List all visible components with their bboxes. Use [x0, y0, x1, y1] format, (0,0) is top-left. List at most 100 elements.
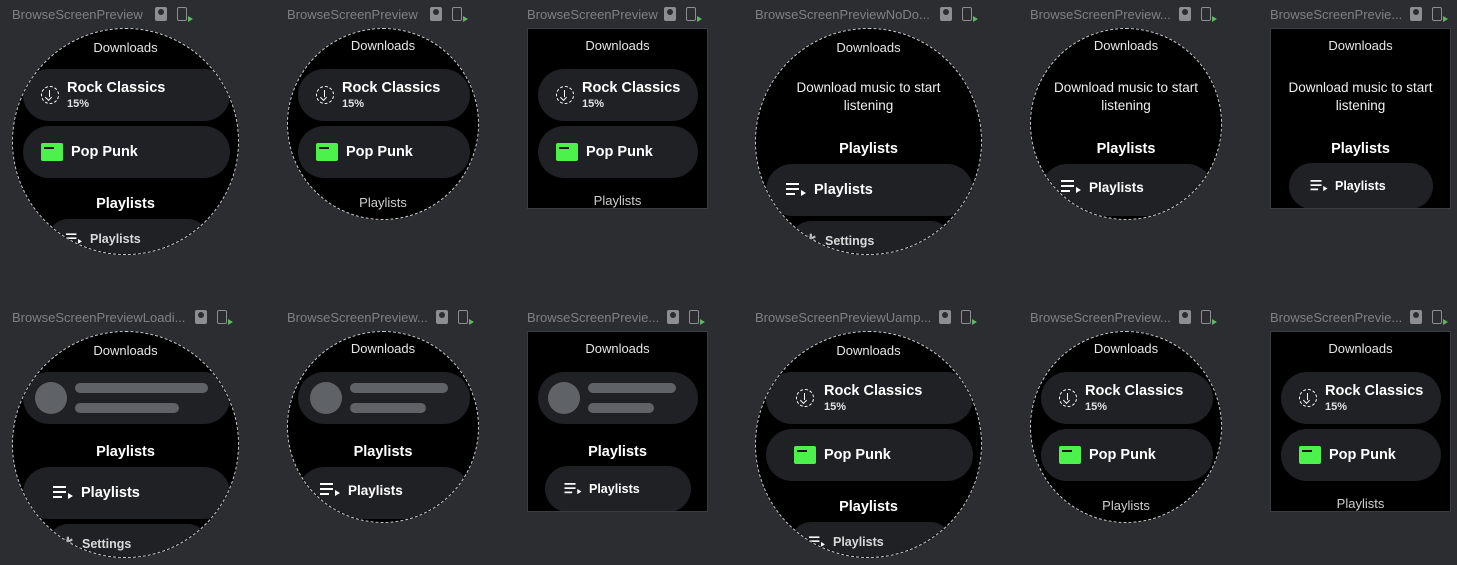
chip-label: Playlists — [348, 483, 403, 498]
loading-placeholder-chip — [538, 372, 698, 424]
chip-label: Playlists — [589, 482, 640, 496]
preview-header: BrowseScreenPreview — [12, 4, 234, 24]
playlists-heading: Playlists — [1102, 498, 1150, 513]
playlists-chip[interactable]: Playlists — [1041, 164, 1213, 216]
preview-header: BrowseScreenPrevie... — [527, 307, 707, 327]
downloads-heading: Downloads — [1093, 38, 1159, 53]
chip-label: Playlists — [90, 232, 141, 246]
downloads-heading: Downloads — [1328, 341, 1393, 356]
watch-screen-round: Downloads Rock Classics 15% Pop Punk Pla… — [1030, 331, 1222, 523]
person-icon[interactable] — [154, 7, 167, 21]
download-chip-rock-classics[interactable]: Rock Classics 15% — [1281, 372, 1441, 424]
playlists-chip[interactable]: Playlists — [766, 164, 973, 216]
downloads-heading: Downloads — [836, 343, 901, 358]
device-run-icon[interactable] — [217, 310, 234, 325]
device-run-icon[interactable] — [1200, 7, 1217, 22]
preview-title: BrowseScreenPreview... — [287, 309, 428, 325]
device-run-icon[interactable] — [457, 310, 474, 325]
playlists-heading: Playlists — [588, 444, 647, 460]
download-progress: 15% — [582, 98, 605, 110]
preview-title: BrowseScreenPreview — [287, 6, 418, 22]
skeleton-avatar — [310, 382, 342, 414]
device-run-icon[interactable] — [689, 310, 706, 325]
playlists-heading: Playlists — [96, 444, 155, 460]
preview-header: BrowseScreenPreview... — [287, 307, 477, 327]
preview-title: BrowseScreenPrevie... — [1270, 6, 1403, 22]
album-art-icon — [1059, 446, 1081, 464]
album-art-icon — [556, 143, 578, 161]
person-icon[interactable] — [1178, 7, 1191, 21]
playlist-icon — [1061, 180, 1081, 194]
playlist-icon — [564, 483, 582, 495]
person-icon[interactable] — [663, 7, 676, 21]
download-chip-rock-classics[interactable]: Rock Classics 15% — [298, 69, 470, 121]
settings-chip[interactable]: Settings — [791, 221, 951, 254]
preview-title: BrowseScreenPreview — [527, 6, 658, 22]
preview-title: BrowseScreenPreview — [12, 6, 143, 22]
download-chip-pop-punk[interactable]: Pop Punk — [1041, 429, 1213, 481]
chip-label: Rock Classics — [1325, 383, 1424, 399]
playlist-icon — [1310, 180, 1328, 192]
chip-label: Settings — [82, 537, 132, 551]
settings-chip[interactable]: Settings — [48, 524, 208, 557]
person-icon[interactable] — [1178, 310, 1191, 324]
download-progress-icon — [1059, 389, 1077, 407]
download-chip-pop-punk[interactable]: Pop Punk — [23, 126, 230, 178]
download-chip-pop-punk[interactable]: Pop Punk — [766, 429, 973, 481]
person-icon[interactable] — [1410, 310, 1423, 324]
loading-placeholder-chip — [23, 372, 230, 424]
playlists-chip[interactable]: Playlists — [545, 466, 691, 511]
device-run-icon[interactable] — [1432, 7, 1449, 22]
download-chip-rock-classics[interactable]: Rock Classics 15% — [23, 69, 230, 121]
chip-label: Settings — [825, 234, 875, 248]
device-run-icon[interactable] — [961, 7, 978, 22]
device-run-icon[interactable] — [685, 7, 702, 22]
person-icon[interactable] — [939, 310, 952, 324]
person-icon[interactable] — [429, 7, 442, 21]
person-icon[interactable] — [435, 310, 448, 324]
chip-label: Playlists — [1089, 180, 1144, 195]
preview-header: BrowseScreenPreviewUamp... — [755, 307, 980, 327]
preview-header: BrowseScreenPrevie... — [1270, 4, 1450, 24]
playlists-chip[interactable]: Playlists — [791, 522, 951, 557]
watch-screen-square: Downloads Playlists Playlists — [527, 331, 708, 512]
device-run-icon[interactable] — [451, 7, 468, 22]
album-art-icon — [794, 446, 816, 464]
preview-title: BrowseScreenPreview... — [1030, 309, 1171, 325]
chip-label: Pop Punk — [1329, 447, 1396, 463]
chip-label: Pop Punk — [1089, 447, 1156, 463]
download-chip-pop-punk[interactable]: Pop Punk — [1281, 429, 1441, 481]
person-icon[interactable] — [195, 310, 208, 324]
skeleton-lines — [588, 383, 676, 413]
download-progress-icon — [796, 389, 814, 407]
download-progress-icon — [316, 86, 334, 104]
watch-screen-square: Downloads Rock Classics 15% Pop Punk Pla… — [1270, 331, 1451, 512]
playlists-chip[interactable]: Playlists — [48, 219, 208, 254]
playlist-icon — [53, 486, 73, 500]
download-chip-rock-classics[interactable]: Rock Classics 15% — [766, 372, 973, 424]
empty-downloads-message: Download music to start listening — [1288, 80, 1433, 113]
download-chip-pop-punk[interactable]: Pop Punk — [538, 126, 698, 178]
device-run-icon[interactable] — [176, 7, 193, 22]
device-run-icon[interactable] — [961, 310, 978, 325]
download-progress: 15% — [1325, 401, 1348, 413]
playlists-chip[interactable]: Playlists — [1289, 163, 1433, 208]
person-icon[interactable] — [939, 7, 952, 21]
person-icon[interactable] — [667, 310, 680, 324]
device-run-icon[interactable] — [1200, 310, 1217, 325]
person-icon[interactable] — [1410, 7, 1423, 21]
preview-header: BrowseScreenPreview... — [1030, 4, 1220, 24]
playlists-chip[interactable]: Playlists — [298, 467, 470, 519]
download-chip-pop-punk[interactable]: Pop Punk — [298, 126, 470, 178]
chip-label: Pop Punk — [586, 144, 653, 160]
download-chip-rock-classics[interactable]: Rock Classics 15% — [538, 69, 698, 121]
chip-label: Rock Classics — [824, 383, 923, 399]
downloads-heading: Downloads — [93, 40, 158, 55]
device-run-icon[interactable] — [1432, 310, 1449, 325]
watch-screen-round: Downloads Download music to start listen… — [755, 28, 982, 255]
playlists-chip[interactable]: Playlists — [23, 467, 230, 519]
download-chip-rock-classics[interactable]: Rock Classics 15% — [1041, 372, 1213, 424]
watch-screen-square: Downloads Download music to start listen… — [1270, 28, 1451, 209]
download-progress: 15% — [67, 98, 90, 110]
playlist-icon — [809, 536, 825, 547]
